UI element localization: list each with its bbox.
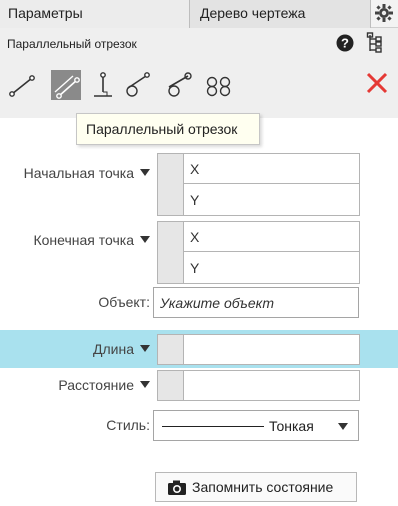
panel-tabs: Параметры Дерево чертежа — [0, 0, 398, 28]
tooltip-text: Параллельный отрезок — [86, 121, 238, 137]
object-label: Объект: — [98, 294, 150, 310]
segment-between-circles-icon[interactable] — [204, 70, 234, 100]
end-point-x-field[interactable]: X — [184, 222, 359, 252]
tangent-segment-icon[interactable] — [122, 70, 152, 100]
help-icon[interactable]: ? — [336, 34, 354, 52]
start-point-label-wrap[interactable]: Начальная точка — [0, 165, 150, 181]
start-point-grip[interactable] — [158, 154, 184, 215]
length-label-wrap[interactable]: Длина — [0, 341, 150, 357]
svg-text:?: ? — [341, 36, 349, 51]
end-point-label: Конечная точка — [33, 232, 134, 248]
style-value: Тонкая — [269, 418, 314, 434]
end-point-x-label: X — [190, 229, 200, 245]
end-point-grip[interactable] — [158, 222, 184, 283]
end-point-label-wrap[interactable]: Конечная точка — [0, 232, 150, 248]
style-label: Стиль: — [106, 417, 150, 433]
chevron-down-icon — [338, 423, 348, 430]
object-input[interactable]: Укажите объект — [153, 287, 359, 318]
dropdown-arrow-icon — [140, 345, 150, 352]
tab-parameters[interactable]: Параметры — [0, 0, 189, 28]
start-point-x-label: X — [190, 161, 200, 177]
tab-drawing-tree-label: Дерево чертежа — [200, 5, 306, 21]
gear-icon[interactable] — [374, 2, 394, 24]
command-header: Параллельный отрезок ? — [0, 28, 398, 118]
tooltip: Параллельный отрезок — [76, 113, 260, 145]
end-point-fields: X Y — [157, 221, 360, 284]
end-point-y-field[interactable]: Y — [184, 253, 359, 283]
distance-grip[interactable] — [158, 371, 184, 400]
object-placeholder: Укажите объект — [160, 295, 275, 311]
start-point-y-field[interactable]: Y — [184, 185, 359, 215]
start-point-label: Начальная точка — [23, 165, 134, 181]
tab-parameters-label: Параметры — [8, 5, 83, 21]
tab-drawing-tree[interactable]: Дерево чертежа — [189, 0, 371, 28]
start-point-y-label: Y — [190, 192, 200, 208]
save-state-button[interactable]: Запомнить состояние — [155, 472, 357, 502]
style-select[interactable]: Тонкая — [153, 410, 359, 441]
segment-by-two-points-icon[interactable] — [7, 70, 37, 100]
dropdown-arrow-icon — [140, 236, 150, 243]
start-point-fields: X Y — [157, 153, 360, 216]
distance-field[interactable] — [157, 370, 360, 401]
tree-icon[interactable] — [366, 32, 384, 54]
dropdown-arrow-icon — [140, 381, 150, 388]
length-grip[interactable] — [158, 335, 184, 364]
length-label: Длина — [93, 341, 134, 357]
parallel-segment-icon[interactable] — [51, 70, 81, 100]
distance-label-wrap[interactable]: Расстояние — [0, 377, 150, 393]
end-point-y-label: Y — [190, 260, 200, 276]
close-icon[interactable] — [364, 70, 390, 96]
camera-icon — [168, 480, 186, 495]
length-field[interactable] — [157, 334, 360, 365]
start-point-x-field[interactable]: X — [184, 154, 359, 184]
save-state-label: Запомнить состояние — [192, 479, 334, 495]
tangent-segment-two-curves-icon[interactable] — [164, 70, 194, 100]
line-style-preview — [162, 426, 264, 427]
distance-label: Расстояние — [58, 377, 134, 393]
perpendicular-segment-icon[interactable] — [88, 70, 118, 100]
command-title: Параллельный отрезок — [7, 37, 137, 51]
dropdown-arrow-icon — [140, 169, 150, 176]
